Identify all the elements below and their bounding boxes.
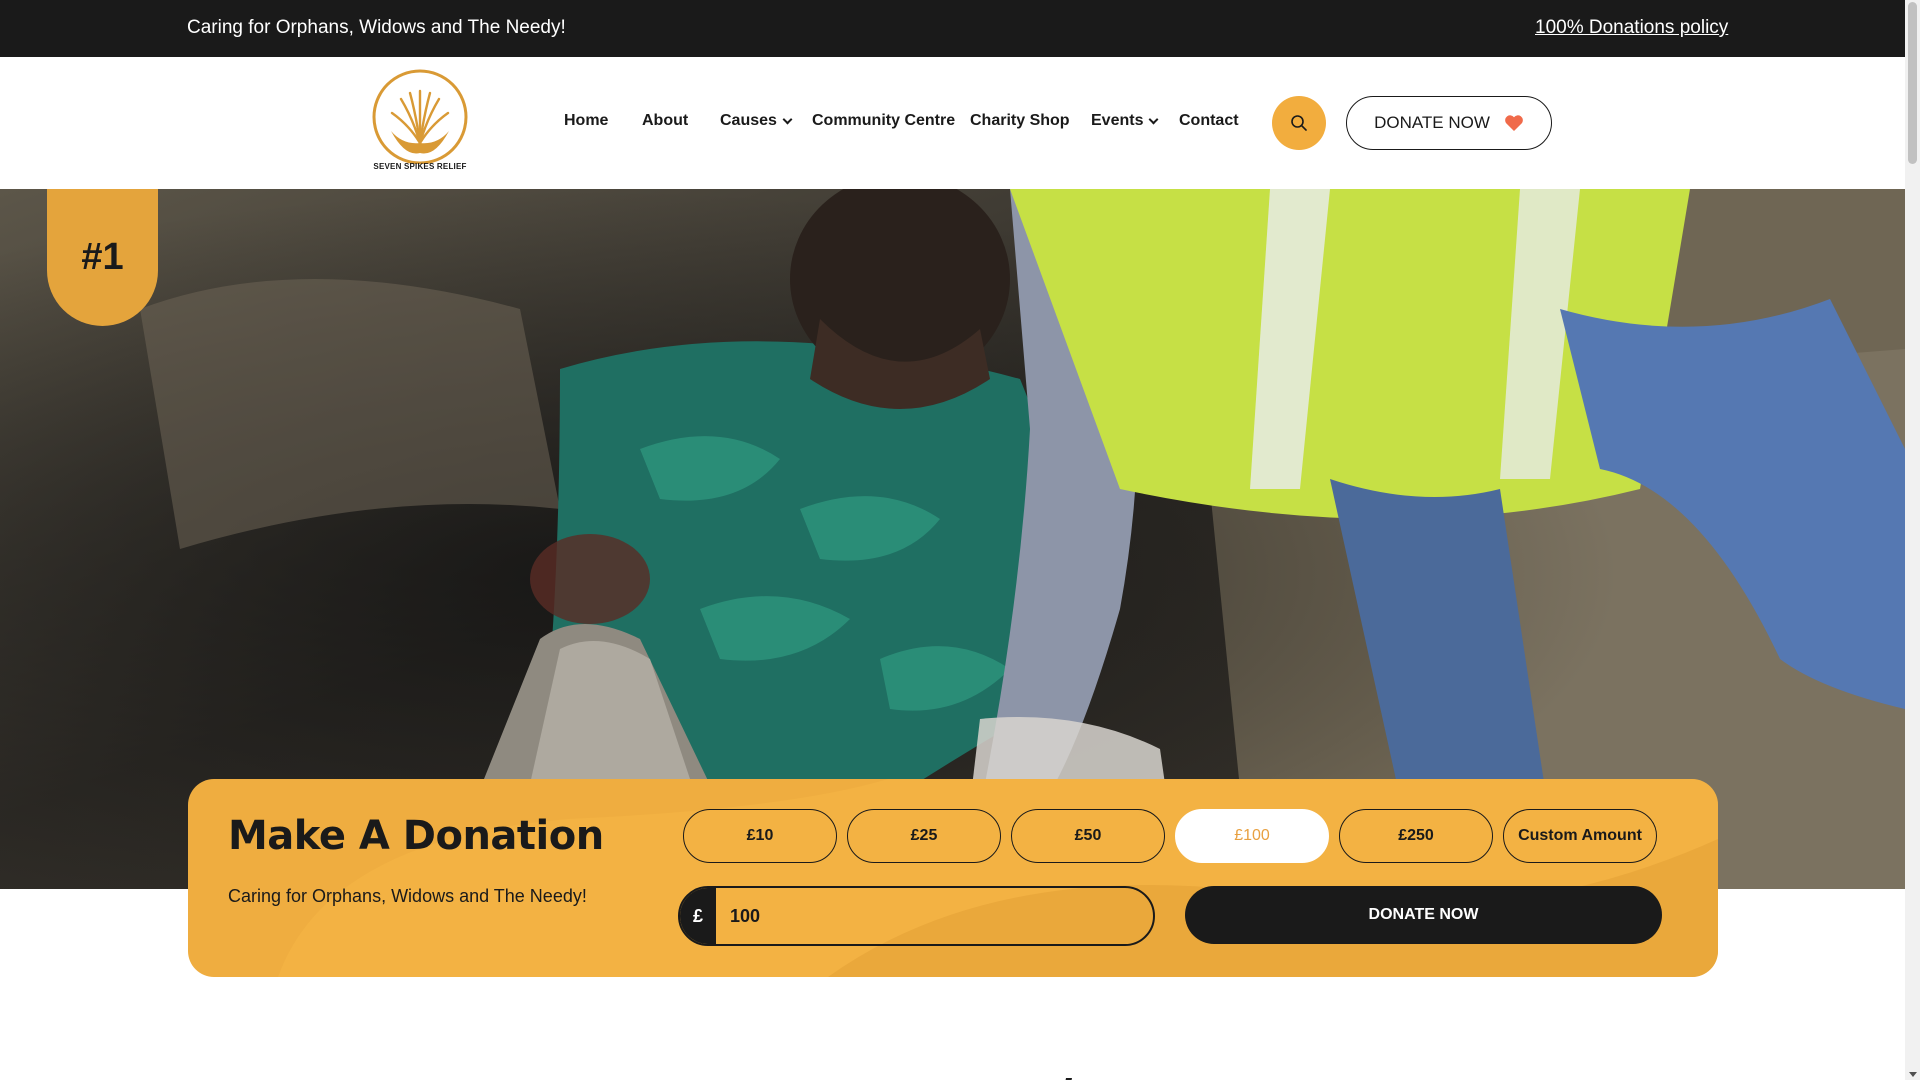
top-bar-tagline: Caring for Orphans, Widows and The Needy… — [187, 17, 566, 38]
wheat-hands-logo-icon — [372, 69, 468, 165]
donate-now-button[interactable]: DONATE NOW — [1185, 886, 1662, 944]
nav-charity-shop[interactable]: Charity Shop — [970, 112, 1070, 130]
nav-causes[interactable]: Causes — [720, 112, 793, 130]
amount-input[interactable] — [716, 888, 1153, 944]
header-donate-button[interactable]: DONATE NOW — [1346, 96, 1552, 150]
scroll-down-arrow-icon[interactable] — [1909, 1072, 1917, 1077]
site-header: SEVEN SPIKES RELIEF Home About Causes Co… — [0, 57, 1905, 189]
donation-panel: Make A Donation Caring for Orphans, Wido… — [188, 779, 1718, 977]
ranking-badge: #1 — [47, 189, 158, 326]
amount-250-button[interactable]: £250 — [1339, 809, 1493, 863]
heart-icon — [1505, 115, 1523, 131]
top-bar: Caring for Orphans, Widows and The Needy… — [0, 0, 1905, 57]
chevron-down-icon — [782, 114, 793, 124]
below-fold-heading-fragment — [1050, 1078, 1072, 1080]
scrollbar-thumb[interactable] — [1908, 2, 1917, 164]
amount-25-button[interactable]: £25 — [847, 809, 1001, 863]
nav-events[interactable]: Events — [1091, 112, 1159, 130]
header-donate-label: DONATE NOW — [1374, 113, 1490, 132]
amount-100-button[interactable]: £100 — [1175, 809, 1329, 863]
search-button[interactable] — [1272, 96, 1326, 150]
amount-50-button[interactable]: £50 — [1011, 809, 1165, 863]
donation-title: Make A Donation — [228, 813, 604, 859]
nav-charity-shop-label: Charity Shop — [970, 112, 1070, 129]
donation-subtitle: Caring for Orphans, Widows and The Needy… — [228, 886, 587, 906]
site-logo[interactable]: SEVEN SPIKES RELIEF — [365, 69, 475, 177]
nav-events-label: Events — [1091, 112, 1144, 129]
amount-10-button[interactable]: £10 — [683, 809, 837, 863]
nav-contact-label: Contact — [1179, 112, 1239, 129]
amount-field[interactable]: £ — [678, 886, 1155, 946]
nav-home-label: Home — [564, 112, 609, 129]
page-scrollbar[interactable] — [1905, 0, 1920, 1080]
nav-home[interactable]: Home — [564, 112, 608, 130]
nav-causes-label: Causes — [720, 112, 777, 129]
nav-community-centre[interactable]: Community Centre — [812, 112, 955, 130]
currency-symbol: £ — [680, 888, 716, 944]
custom-amount-button[interactable]: Custom Amount — [1503, 809, 1657, 863]
nav-contact[interactable]: Contact — [1179, 112, 1239, 130]
search-icon — [1291, 115, 1307, 131]
nav-about[interactable]: About — [642, 112, 688, 130]
nav-about-label: About — [642, 112, 689, 129]
donations-policy-link[interactable]: 100% Donations policy — [1535, 17, 1728, 39]
logo-text: SEVEN SPIKES RELIEF — [373, 162, 467, 171]
nav-community-centre-label: Community Centre — [812, 112, 956, 129]
chevron-down-icon — [1149, 114, 1159, 124]
